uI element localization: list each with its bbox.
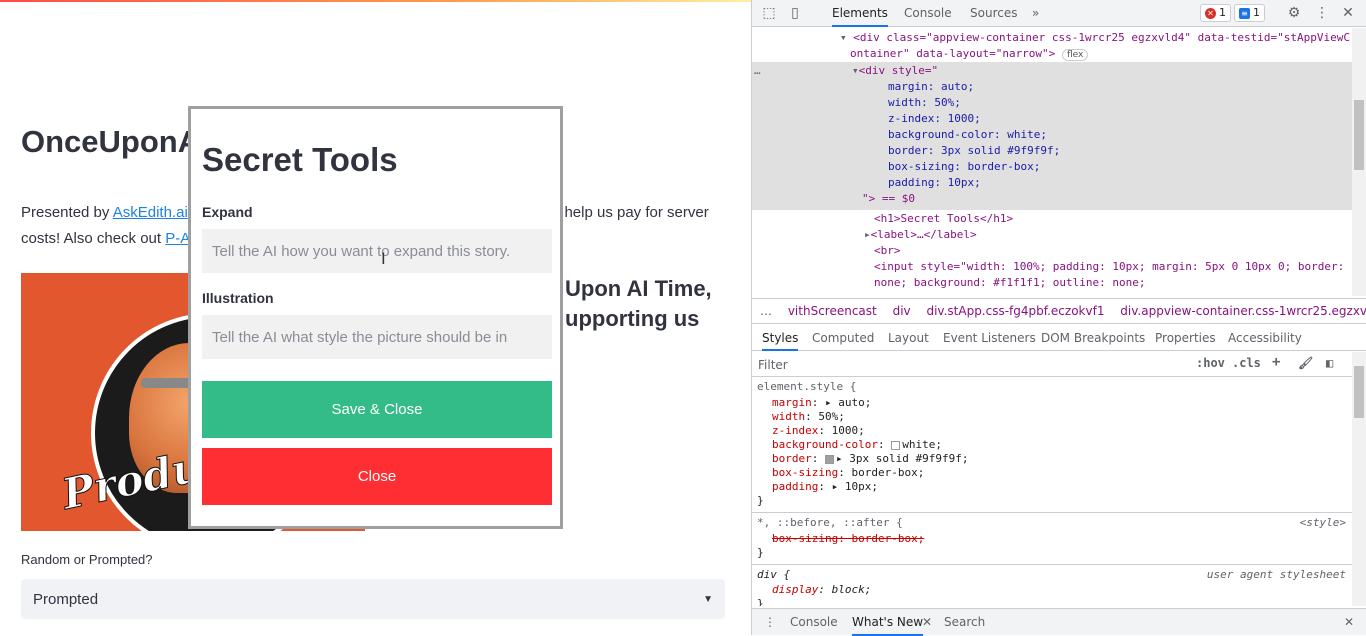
text-cursor-icon: I (381, 249, 386, 268)
drawer-tab-console[interactable]: Console (790, 609, 838, 636)
chevron-down-icon: ▼ (703, 593, 713, 605)
div-display-property: display: block; (772, 583, 872, 596)
styles-scrollbar[interactable] (1352, 352, 1366, 606)
side-heading-line1: Upon AI Time, (565, 276, 712, 301)
message-count-badge[interactable]: ≡ 1 (1234, 4, 1265, 22)
dom-line[interactable]: <br> (874, 243, 1352, 259)
div-selector: div { (757, 568, 791, 581)
secret-tools-modal: Secret Tools Expand Illustration Save & … (188, 106, 563, 529)
tab-accessibility[interactable]: Accessibility (1228, 325, 1302, 351)
color-swatch[interactable] (891, 440, 901, 450)
error-count-badge[interactable]: ✕ 1 (1200, 4, 1231, 22)
random-or-prompted-select[interactable]: Prompted ▼ (21, 579, 725, 619)
universal-selector: *, ::before, ::after { (757, 516, 903, 529)
css-property-line[interactable]: width: 50%; (772, 410, 845, 424)
dom-line[interactable]: ▾ <div class="appview-container css-1wrc… (840, 30, 1352, 46)
illustration-label: Illustration (202, 290, 274, 306)
styles-pane: element.style { margin: ▸ auto; width: 50… (752, 378, 1352, 606)
tab-elements[interactable]: Elements (832, 0, 888, 27)
dropdown-label: Random or Prompted? (21, 552, 153, 567)
drawer-tab-search[interactable]: Search (944, 609, 985, 636)
presented-suffix: to help us pay for server (547, 204, 709, 221)
message-count: 1 (1253, 6, 1260, 19)
drawer-menu-icon[interactable]: ⋮ (764, 609, 776, 636)
dropdown-value: Prompted (33, 590, 99, 608)
modal-title: Secret Tools (202, 141, 398, 178)
error-icon: ✕ (1205, 7, 1216, 19)
css-property-line[interactable]: background-color: white; (772, 438, 942, 452)
style-source-link[interactable]: <style> (1300, 516, 1346, 529)
tab-console[interactable]: Console (904, 0, 952, 27)
side-heading-line2: upporting us (565, 306, 700, 331)
paint-icon[interactable]: 🖌 (1298, 356, 1313, 370)
gear-icon[interactable]: ⚙ (1286, 5, 1302, 21)
add-rule-icon[interactable]: + (1272, 354, 1280, 370)
elements-tree: ▾ <div class="appview-container css-1wrc… (752, 28, 1352, 298)
css-property-line[interactable]: border: ▸ 3px solid #9f9f9f; (772, 452, 968, 466)
more-options-icon[interactable]: ⋮ (1314, 5, 1330, 21)
tab-dom-breakpoints[interactable]: DOM Breakpoints (1041, 325, 1145, 351)
close-drawer-icon[interactable]: ✕ (1344, 609, 1354, 636)
user-agent-stylesheet-label: user agent stylesheet (1206, 568, 1346, 581)
devtools-toolbar: ⬚ ▯ Elements Console Sources » ✕ 1 ≡ 1 ⚙… (752, 0, 1366, 27)
save-and-close-button[interactable]: Save & Close (202, 381, 552, 438)
expand-label: Expand (202, 204, 253, 220)
elements-scrollbar[interactable] (1352, 28, 1366, 296)
rule-close-brace: } (757, 546, 764, 559)
rule-close-brace: } (757, 494, 764, 507)
close-whats-new-icon[interactable]: ✕ (922, 609, 932, 636)
tab-styles[interactable]: Styles (762, 325, 799, 351)
second-line-prefix: costs! Also check out (21, 230, 166, 247)
devtools-drawer: ⋮ Console What's New ✕ Search ✕ (752, 608, 1366, 636)
page-title: OnceUponA (21, 124, 201, 159)
dom-line[interactable]: none; background: #f1f1f1; outline: none… (874, 275, 1352, 291)
tab-layout[interactable]: Layout (888, 325, 929, 351)
breadcrumb-item[interactable]: div.appview-container.css-1wrcr25.egzxvl… (1120, 304, 1366, 318)
tab-event-listeners[interactable]: Event Listeners (943, 325, 1036, 351)
expand-input[interactable] (202, 229, 552, 273)
class-toggle[interactable]: .cls (1232, 356, 1261, 370)
breadcrumb-item[interactable]: div (893, 304, 911, 318)
dom-line[interactable]: ▸<label>…</label> (864, 227, 1352, 243)
presented-prefix: Presented by (21, 204, 113, 221)
error-count: 1 (1219, 6, 1226, 19)
top-decoration-bar (0, 0, 751, 2)
message-icon: ≡ (1239, 7, 1250, 19)
close-button[interactable]: Close (202, 448, 552, 505)
askedith-link[interactable]: AskEdith.ai (113, 204, 188, 221)
styles-tabs: Styles Computed Layout Event Listeners D… (752, 325, 1366, 351)
tab-sources[interactable]: Sources (970, 0, 1017, 27)
sidebar-toggle-icon[interactable]: ◧ (1326, 356, 1333, 370)
breadcrumb-item[interactable]: vithScreencast (788, 304, 877, 318)
tab-properties[interactable]: Properties (1155, 325, 1216, 351)
drawer-tab-whats-new[interactable]: What's New (852, 609, 924, 636)
dom-line-selected[interactable]: ▾<div style=" (852, 63, 1352, 79)
inspect-element-icon[interactable]: ⬚ (761, 5, 777, 21)
styles-filter-input[interactable] (756, 355, 1181, 374)
element-style-selector: element.style { (757, 380, 857, 393)
device-toolbar-icon[interactable]: ▯ (787, 5, 803, 21)
breadcrumb-ellipsis[interactable]: … (760, 304, 772, 318)
overridden-property[interactable]: box-sizing: border-box; (772, 532, 924, 546)
devtools-panel: ⬚ ▯ Elements Console Sources » ✕ 1 ≡ 1 ⚙… (751, 0, 1366, 636)
close-devtools-icon[interactable]: ✕ (1340, 5, 1356, 21)
color-swatch[interactable] (825, 454, 834, 464)
illustration-input[interactable] (202, 315, 552, 359)
tab-computed[interactable]: Computed (812, 325, 874, 351)
styles-filter-bar: :hov .cls + 🖌 ◧ (752, 352, 1352, 377)
side-heading: Upon AI Time, upporting us (565, 274, 712, 334)
dom-line[interactable]: <input style="width: 100%; padding: 10px… (874, 259, 1352, 275)
dom-line[interactable]: ontainer" data-layout="narrow"> flex (850, 46, 1352, 62)
rule-close-brace: } (757, 597, 764, 606)
css-property-line[interactable]: padding: ▸ 10px; (772, 480, 878, 494)
dom-line[interactable]: <h1>Secret Tools</h1> (874, 211, 1352, 227)
more-tabs-icon[interactable]: » (1032, 0, 1039, 27)
css-property-line[interactable]: box-sizing: border-box; (772, 466, 924, 480)
breadcrumb-item[interactable]: div.stApp.css-fg4pbf.eczokvf1 (926, 304, 1104, 318)
css-property-line[interactable]: z-index: 1000; (772, 424, 865, 438)
streamlit-app: OnceUponA Presented by AskEdith.ai to hel… (0, 0, 751, 635)
hover-state-toggle[interactable]: :hov (1196, 356, 1225, 370)
dom-breadcrumbs: … vithScreencast div div.stApp.css-fg4pb… (752, 298, 1366, 324)
css-property-line[interactable]: margin: ▸ auto; (772, 396, 871, 410)
